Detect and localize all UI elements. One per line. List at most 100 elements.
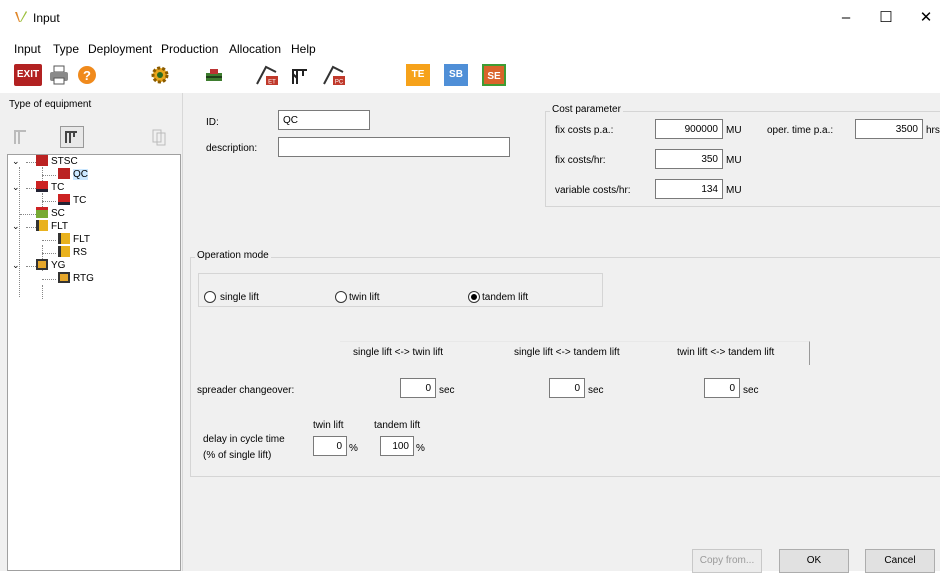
crane-delete-icon (14, 130, 26, 144)
variable-costs-hr-unit: MU (726, 185, 742, 196)
tandem-lift-label: tandem lift (482, 292, 529, 303)
gantry-icon (58, 272, 70, 283)
reach-stacker-icon (58, 246, 70, 257)
twin-tandem-changeover-unit: sec (743, 385, 759, 396)
equipment-button[interactable] (203, 64, 225, 86)
delete-type-button[interactable] (10, 126, 32, 148)
id-input[interactable] (278, 110, 370, 130)
settings-button[interactable] (149, 64, 171, 86)
app-icon (14, 11, 28, 26)
variable-costs-hr-label: variable costs/hr: (555, 185, 631, 196)
menu-type[interactable]: Type (53, 42, 79, 56)
menu-deployment[interactable]: Deployment (88, 42, 152, 56)
equipment-tree: ⌄ STSC QC ⌄ TC TC SC ⌄ FLT FLT RS ⌄ YG R… (7, 154, 181, 571)
fix-costs-pa-label: fix costs p.a.: (555, 125, 614, 136)
single-lift-radio[interactable] (204, 291, 216, 303)
copy-icon (152, 129, 166, 146)
menu-help[interactable]: Help (291, 42, 316, 56)
crane-et-icon: ET (256, 65, 278, 86)
equipment-panel-title: Type of equipment (9, 99, 92, 110)
description-input[interactable] (278, 137, 510, 157)
tree-node-rs[interactable]: RS (58, 246, 87, 260)
transtainer-icon (58, 194, 70, 205)
fix-costs-hr-input[interactable] (655, 149, 723, 169)
single-tandem-changeover-input[interactable] (549, 378, 585, 398)
delay-twin-unit: % (349, 443, 358, 454)
minimize-button[interactable]: – (826, 6, 866, 30)
maximize-button[interactable]: ☐ (866, 6, 906, 30)
se-button[interactable]: SE (482, 64, 506, 86)
svg-text:ET: ET (268, 80, 276, 86)
cancel-button[interactable]: Cancel (865, 549, 935, 573)
single-twin-changeover-unit: sec (439, 385, 455, 396)
straddle-carrier-icon (36, 207, 48, 218)
description-label: description: (206, 143, 258, 154)
crane-button[interactable] (289, 64, 311, 86)
tree-node-sc[interactable]: SC (36, 207, 65, 221)
gear-icon (151, 66, 169, 84)
help-button[interactable]: ? (76, 64, 98, 86)
print-button[interactable] (48, 64, 70, 86)
tree-node-tc-child[interactable]: TC (58, 194, 86, 208)
delay-tandem-header: tandem lift (374, 420, 421, 431)
variable-costs-hr-input[interactable] (655, 179, 723, 199)
cost-parameter-title: Cost parameter (550, 104, 623, 115)
pc-button[interactable]: PC (321, 64, 347, 86)
twin-lift-label: twin lift (349, 292, 380, 303)
crane-icon (292, 69, 307, 84)
close-button[interactable]: ✕ (906, 6, 940, 30)
window-title: Input (33, 11, 60, 25)
tandem-lift-radio[interactable] (468, 291, 480, 303)
tree-node-tc[interactable]: TC (36, 181, 64, 195)
delay-tandem-unit: % (416, 443, 425, 454)
expand-yg-toggle[interactable]: ⌄ (12, 260, 22, 271)
twin-lift-radio[interactable] (335, 291, 347, 303)
printer-icon (50, 65, 68, 85)
expand-stsc-toggle[interactable]: ⌄ (12, 156, 22, 167)
ok-button[interactable]: OK (779, 549, 849, 573)
tree-node-rtg[interactable]: RTG (58, 272, 94, 286)
fix-costs-hr-label: fix costs/hr: (555, 155, 606, 166)
sb-button[interactable]: SB (444, 64, 468, 86)
menu-input[interactable]: Input (14, 42, 41, 56)
fix-costs-hr-unit: MU (726, 155, 742, 166)
te-button[interactable]: TE (406, 64, 430, 86)
copy-type-button[interactable] (148, 126, 170, 148)
oper-time-label: oper. time p.a.: (767, 125, 834, 136)
fix-costs-pa-input[interactable] (655, 119, 723, 139)
delay-twin-input[interactable] (313, 436, 347, 456)
expand-tc-toggle[interactable]: ⌄ (12, 182, 22, 193)
operation-mode-title: Operation mode (195, 250, 271, 261)
forklift-icon (58, 233, 70, 244)
menu-allocation[interactable]: Allocation (229, 42, 281, 56)
menu-bar: Input Type Deployment Production Allocat… (0, 40, 940, 58)
single-lift-label: single lift (220, 292, 259, 303)
delay-label: delay in cycle time (203, 434, 285, 445)
tree-node-stsc[interactable]: STSC (36, 155, 78, 169)
help-icon: ? (78, 66, 96, 84)
toolbar: EXIT ? ET PC TE SB SE (0, 62, 940, 90)
add-type-button[interactable] (60, 126, 84, 148)
container-stack-icon (206, 69, 222, 81)
fix-costs-pa-unit: MU (726, 125, 742, 136)
expand-flt-toggle[interactable]: ⌄ (12, 221, 22, 232)
crane-pc-icon: PC (323, 65, 345, 86)
menu-production[interactable]: Production (161, 42, 218, 56)
header-single-tandem: single lift <-> tandem lift (514, 347, 620, 358)
tree-node-qc[interactable]: QC (58, 168, 88, 182)
single-tandem-changeover-unit: sec (588, 385, 604, 396)
copy-from-button[interactable]: Copy from... (692, 549, 762, 573)
delay-tandem-input[interactable] (380, 436, 414, 456)
oper-time-input[interactable] (855, 119, 923, 139)
forklift-icon (36, 220, 48, 231)
twin-tandem-changeover-input[interactable] (704, 378, 740, 398)
header-single-twin: single lift <-> twin lift (353, 347, 444, 358)
exit-button[interactable]: EXIT (14, 64, 42, 86)
single-twin-changeover-input[interactable] (400, 378, 436, 398)
delay-sublabel: (% of single lift) (203, 450, 272, 461)
tree-node-flt[interactable]: FLT (36, 220, 68, 234)
et-button[interactable]: ET (254, 64, 280, 86)
tree-node-yg[interactable]: YG (36, 259, 65, 273)
tree-node-flt-child[interactable]: FLT (58, 233, 90, 247)
crane-add-icon (65, 131, 77, 143)
